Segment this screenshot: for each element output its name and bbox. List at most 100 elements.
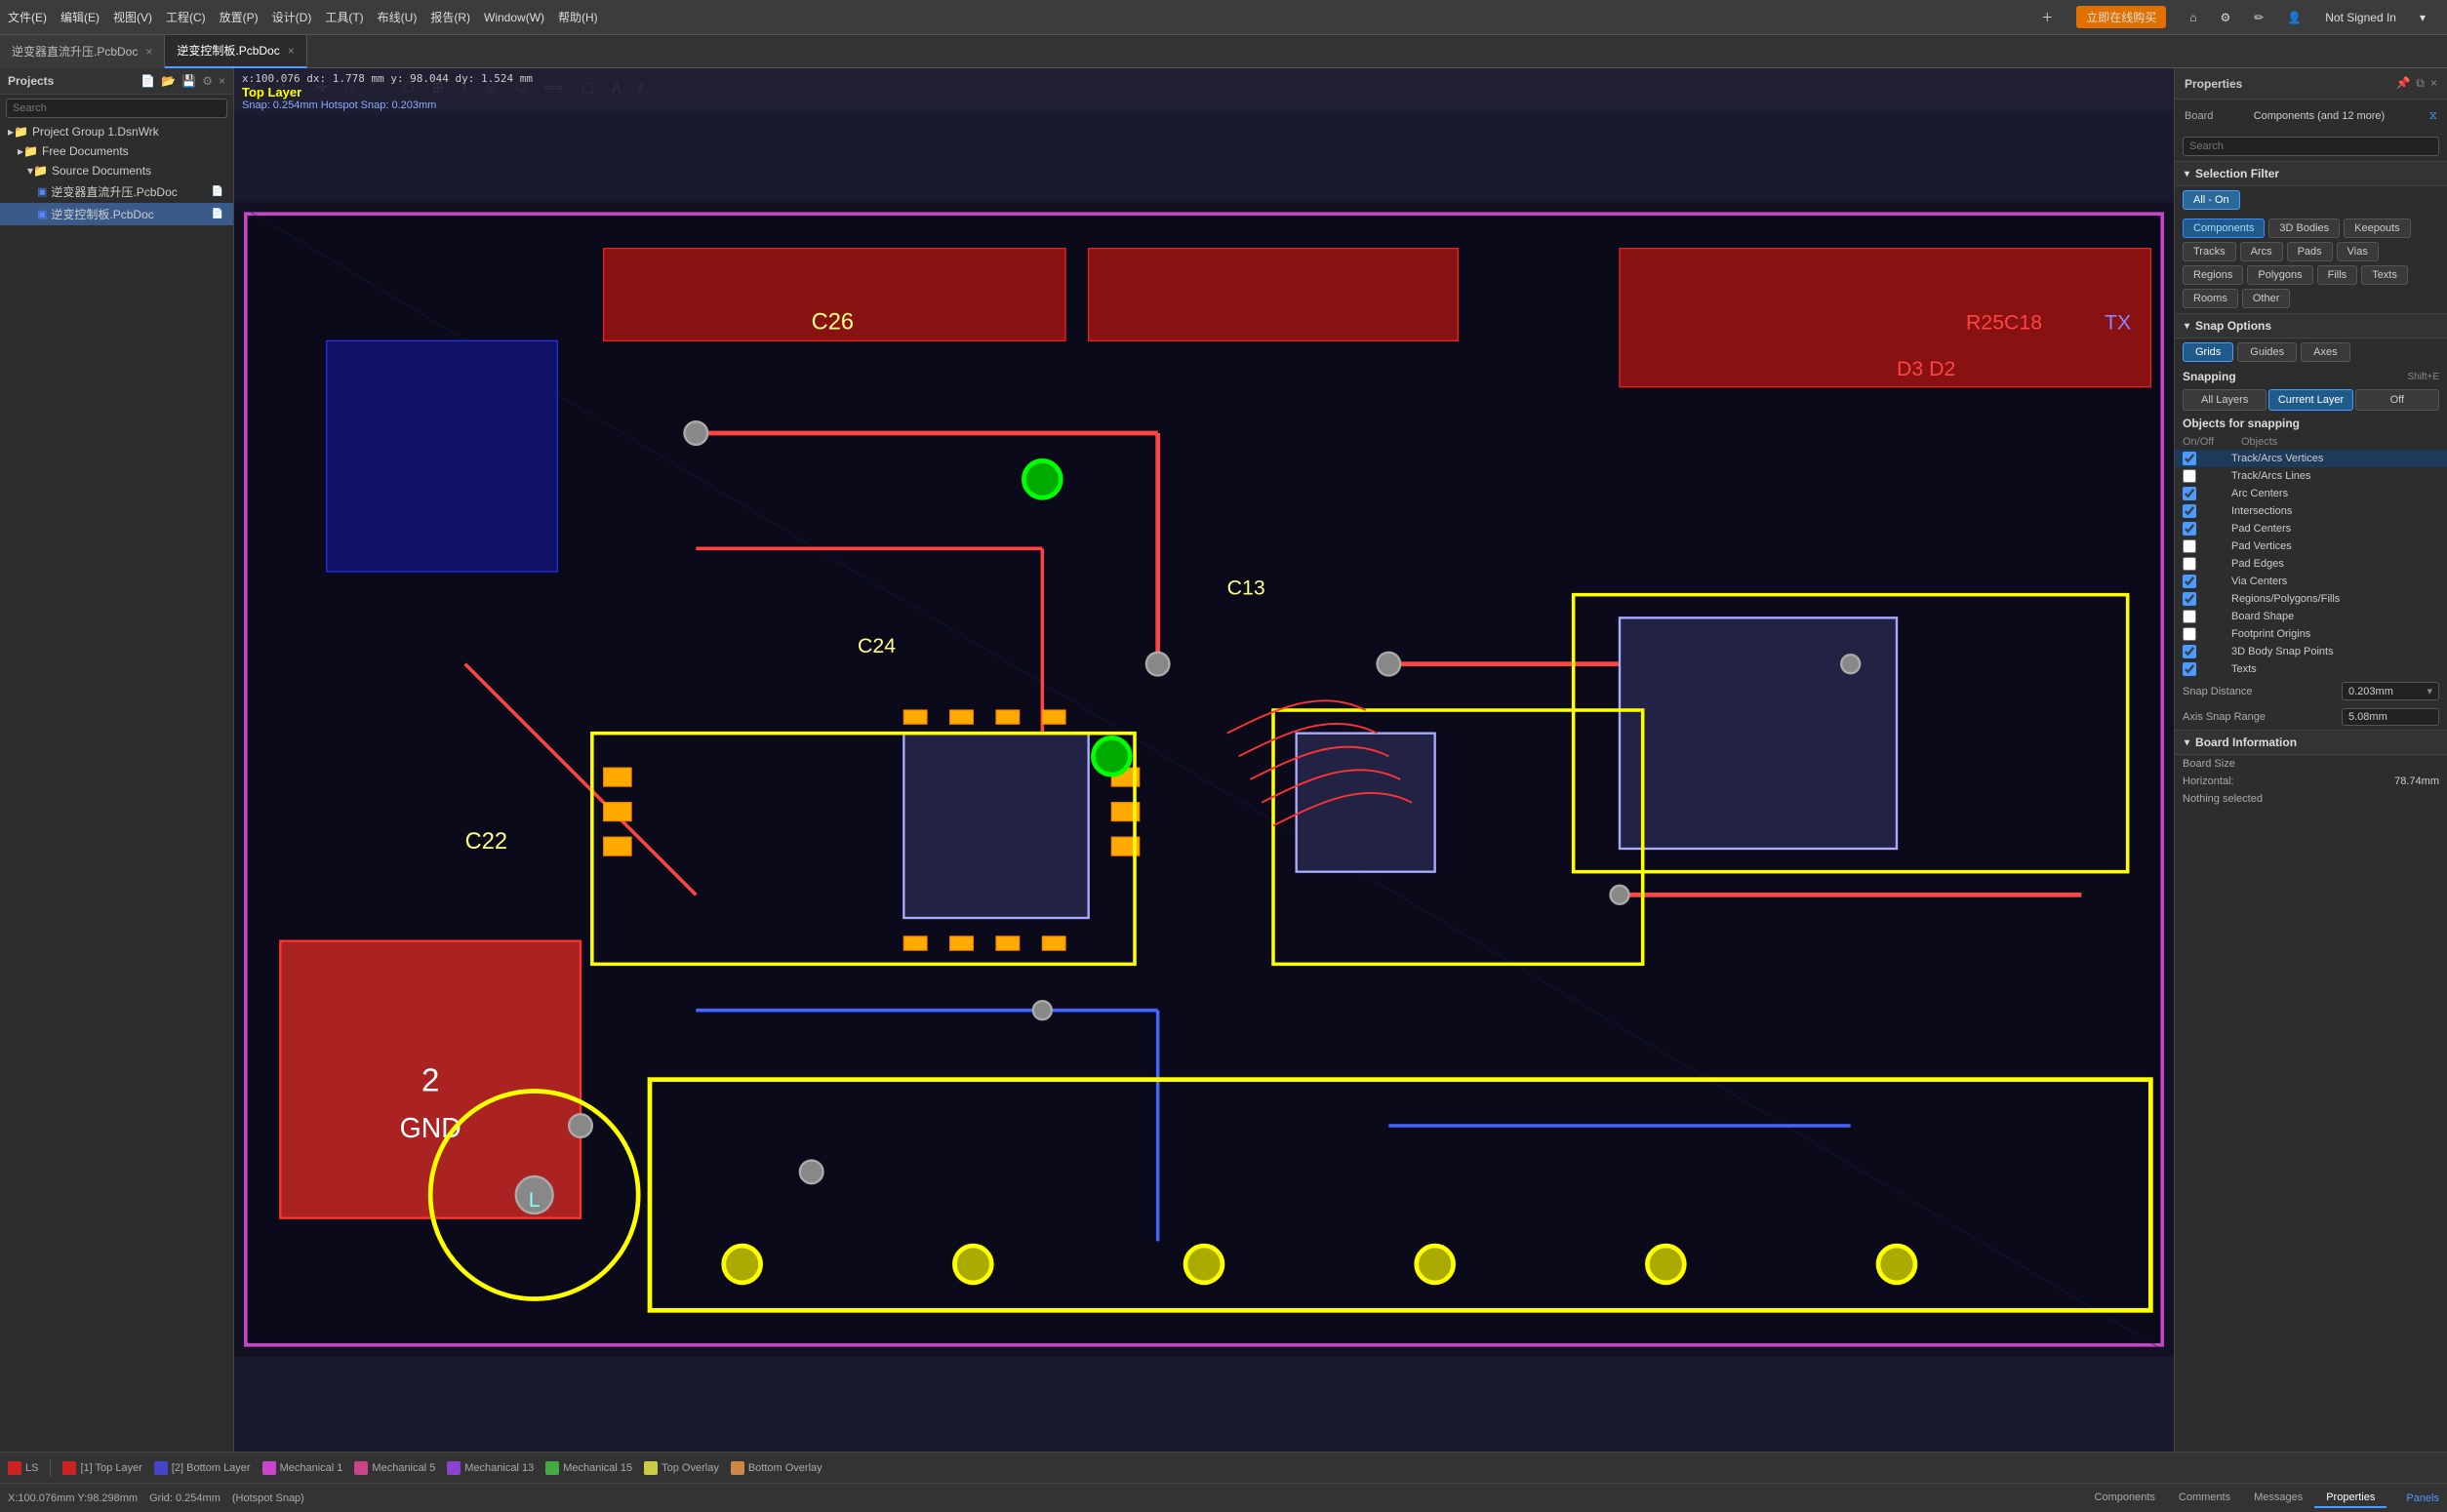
settings-icon[interactable]: ⚙: [202, 74, 213, 88]
save-icon[interactable]: 💾: [181, 74, 196, 88]
snap-checkbox-5[interactable]: [2183, 539, 2196, 553]
close-panel-icon[interactable]: ×: [219, 74, 225, 88]
snap-checkbox-7[interactable]: [2183, 575, 2196, 588]
filter-btn-arcs[interactable]: Arcs: [2240, 242, 2283, 261]
canvas-snap: Snap: 0.254mm Hotspot Snap: 0.203mm: [242, 99, 2166, 111]
tab-close-1[interactable]: ×: [145, 45, 152, 59]
filter-icon[interactable]: ⧖: [2429, 108, 2437, 123]
status-mech15[interactable]: Mechanical 15: [545, 1461, 632, 1475]
panels-button[interactable]: Panels: [2406, 1492, 2439, 1504]
search-input[interactable]: [6, 99, 227, 118]
close-properties-icon[interactable]: ×: [2430, 76, 2437, 91]
snap-mode-current-layer[interactable]: Current Layer: [2268, 389, 2352, 411]
status-top-overlay[interactable]: Top Overlay: [644, 1461, 719, 1475]
filter-btn-3d-bodies[interactable]: 3D Bodies: [2268, 219, 2340, 238]
filter-btn-regions[interactable]: Regions: [2183, 265, 2243, 285]
home-icon[interactable]: ⌂: [2189, 11, 2196, 24]
snap-checkbox-6[interactable]: [2183, 557, 2196, 571]
status-top-overlay-label: Top Overlay: [662, 1462, 719, 1474]
menu-route[interactable]: 布线(U): [378, 9, 418, 25]
snap-checkbox-3[interactable]: [2183, 504, 2196, 518]
svg-text:D3 D2: D3 D2: [1897, 357, 1955, 380]
snap-tab-guides[interactable]: Guides: [2237, 342, 2297, 362]
tree-file2[interactable]: ▣ 逆变控制板.PcbDoc 📄: [0, 203, 233, 225]
snap-checkbox-9[interactable]: [2183, 610, 2196, 623]
snap-distance-dropdown[interactable]: 0.203mm ▾: [2342, 682, 2439, 700]
tab-file2[interactable]: 逆变控制板.PcbDoc ×: [165, 35, 306, 68]
status-layer-red[interactable]: LS: [8, 1461, 38, 1475]
status-bottom-layer[interactable]: [2] Bottom Layer: [154, 1461, 251, 1475]
filter-btn-texts[interactable]: Texts: [2361, 265, 2408, 285]
filter-btn-keepouts[interactable]: Keepouts: [2344, 219, 2410, 238]
status-mech1[interactable]: Mechanical 1: [262, 1461, 343, 1475]
all-on-button[interactable]: All - On: [2183, 190, 2240, 210]
bottom-tab-properties[interactable]: Properties: [2314, 1489, 2387, 1508]
board-info-header[interactable]: Board Information: [2175, 730, 2447, 755]
tab-file1[interactable]: 逆变器直流升压.PcbDoc ×: [0, 35, 165, 68]
tree-free-docs[interactable]: ▸ 📁 Free Documents: [0, 141, 233, 161]
float-icon[interactable]: ⧉: [2416, 76, 2425, 91]
menu-place[interactable]: 放置(P): [220, 9, 259, 25]
online-buy-button[interactable]: 立即在线购买: [2076, 6, 2166, 28]
filter-btn-components[interactable]: Components: [2183, 219, 2265, 238]
snap-checkbox-8[interactable]: [2183, 592, 2196, 606]
filter-btn-polygons[interactable]: Polygons: [2247, 265, 2312, 285]
bottom-tab-messages[interactable]: Messages: [2242, 1489, 2314, 1508]
snap-checkbox-2[interactable]: [2183, 487, 2196, 500]
tree-project-group[interactable]: ▸ 📁 Project Group 1.DsnWrk: [0, 122, 233, 141]
menu-window[interactable]: Window(W): [484, 11, 544, 24]
snap-tab-axes[interactable]: Axes: [2301, 342, 2349, 362]
snap-mode-off[interactable]: Off: [2355, 389, 2439, 411]
pcb-canvas-area[interactable]: 2 GND: [234, 107, 2174, 1452]
status-bottom-overlay[interactable]: Bottom Overlay: [731, 1461, 822, 1475]
snap-checkbox-12[interactable]: [2183, 662, 2196, 676]
snap-row-track-arcs-lines: Track/Arcs Lines: [2175, 467, 2447, 485]
selection-filter-header[interactable]: Selection Filter: [2175, 161, 2447, 186]
add-icon[interactable]: ＋: [2041, 9, 2053, 25]
open-icon[interactable]: 📂: [161, 74, 176, 88]
menu-file[interactable]: 文件(E): [8, 9, 47, 25]
chevron-down-icon[interactable]: ▾: [2420, 11, 2426, 24]
tab-close-2[interactable]: ×: [288, 44, 295, 58]
pin-icon[interactable]: 📌: [2395, 76, 2410, 91]
snap-checkbox-11[interactable]: [2183, 645, 2196, 658]
bottom-tab-comments[interactable]: Comments: [2167, 1489, 2242, 1508]
menu-tools[interactable]: 工具(T): [325, 9, 363, 25]
menu-edit[interactable]: 编辑(E): [60, 9, 100, 25]
tree-file1[interactable]: ▣ 逆变器直流升压.PcbDoc 📄: [0, 180, 233, 203]
snap-options-header[interactable]: Snap Options: [2175, 313, 2447, 338]
menu-report[interactable]: 报告(R): [430, 9, 470, 25]
gear-icon[interactable]: ⚙: [2220, 11, 2230, 24]
filter-btn-fills[interactable]: Fills: [2317, 265, 2358, 285]
status-mech5[interactable]: Mechanical 5: [354, 1461, 435, 1475]
snap-checkbox-0[interactable]: [2183, 452, 2196, 465]
status-mech5-label: Mechanical 5: [372, 1462, 435, 1474]
menu-design[interactable]: 设计(D): [272, 9, 312, 25]
brush-icon[interactable]: ✏: [2254, 11, 2264, 24]
filter-btn-pads[interactable]: Pads: [2287, 242, 2333, 261]
status-top-layer[interactable]: [1] Top Layer: [62, 1461, 141, 1475]
tree-source-docs[interactable]: ▾ 📁 Source Documents: [0, 161, 233, 180]
snap-checkbox-1[interactable]: [2183, 469, 2196, 483]
filter-btn-tracks[interactable]: Tracks: [2183, 242, 2236, 261]
projects-icons: 📄 📂 💾 ⚙ ×: [140, 74, 225, 88]
snap-checkbox-10[interactable]: [2183, 627, 2196, 641]
snap-name-1: Track/Arcs Lines: [2231, 470, 2439, 482]
properties-search-input[interactable]: [2183, 137, 2439, 156]
axis-snap-input[interactable]: 5.08mm: [2342, 708, 2439, 726]
snap-checkbox-4[interactable]: [2183, 522, 2196, 536]
filter-btn-rooms[interactable]: Rooms: [2183, 289, 2238, 308]
bottom-tab-components[interactable]: Components: [2083, 1489, 2167, 1508]
status-mech13[interactable]: Mechanical 13: [447, 1461, 534, 1475]
new-project-icon[interactable]: 📄: [140, 74, 155, 88]
user-icon[interactable]: 👤: [2287, 11, 2302, 24]
filter-btn-vias[interactable]: Vias: [2337, 242, 2379, 261]
status-hotspot: (Hotspot Snap): [232, 1492, 304, 1504]
menu-view[interactable]: 视图(V): [113, 9, 152, 25]
menu-project[interactable]: 工程(C): [166, 9, 206, 25]
menu-help[interactable]: 帮助(H): [558, 9, 598, 25]
filter-btn-other[interactable]: Other: [2242, 289, 2291, 308]
snap-mode-all-layers[interactable]: All Layers: [2183, 389, 2266, 411]
snap-tab-grids[interactable]: Grids: [2183, 342, 2233, 362]
layer-dot-top-overlay: [644, 1461, 658, 1475]
